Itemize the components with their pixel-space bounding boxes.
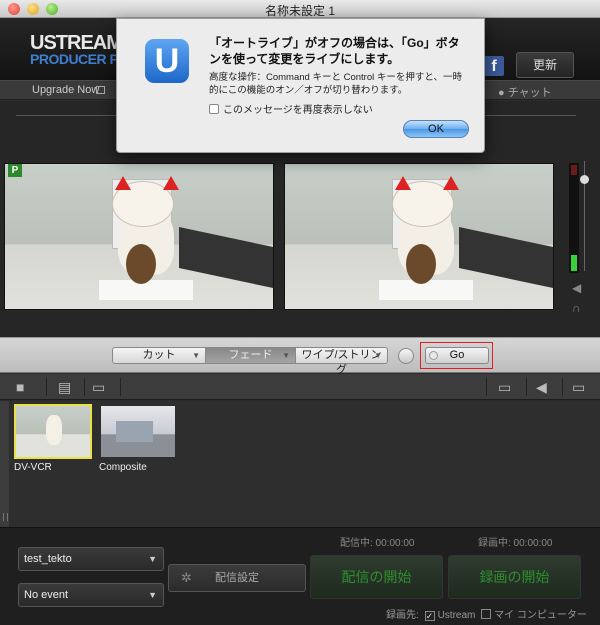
speaker-icon[interactable]: ◀ [572,281,581,295]
auto-live-toggle[interactable] [398,348,414,364]
chevron-down-icon: ▼ [192,351,200,360]
source-thumbnail-composite[interactable] [99,404,177,459]
external-link-icon [96,86,105,94]
destination-label: 録画先: [386,610,419,621]
fade-transition-button[interactable]: フェード ▼ [205,347,296,364]
transition-bar: カット ▼ フェード ▼ ワイプ/ストリング ▼ Go [0,337,600,376]
program-badge: P [8,164,22,177]
program-preview[interactable] [4,163,274,310]
dialog-body: 高度な操作：Command キーと Control キーを押すと、一時的にこの機… [209,72,462,96]
source-thumbnail-dv-vcr[interactable] [14,404,92,459]
cut-label: カット [142,349,176,361]
window-titlebar: 名称未設定 1 [0,0,600,18]
checkbox-box[interactable] [209,104,219,114]
headphones-icon[interactable]: ∩ [572,301,581,315]
facebook-icon[interactable]: f [484,56,504,76]
go-button[interactable]: Go [425,347,489,364]
record-destination: 録画先: ✓ Ustream マイ コンピューター [386,606,587,621]
event-select[interactable]: No event ▼ [18,583,164,607]
chevron-down-icon: ▼ [148,554,157,564]
dialog-title: 「オートライブ」がオフの場合は、「Go」ボタンを使って変更をライブにします。 [209,36,460,66]
ustream-app-icon: U [145,39,189,83]
chat-label: チャット [507,87,552,99]
my-computer-checkbox[interactable] [481,609,492,619]
my-computer-label: マイ コンピューター [494,610,587,621]
audio-level-meter [569,163,579,273]
source-label-composite: Composite [99,462,147,473]
program-video-frame [5,164,273,309]
start-record-button[interactable]: 録画の開始 [448,555,581,599]
add-camera-icon[interactable]: ■ [16,379,24,395]
account-value: test_tekto [24,553,72,565]
source-video-frame [285,164,553,309]
audio-icon[interactable]: ◀ [536,379,547,396]
ustream-label: Ustream [437,610,476,621]
ok-button[interactable]: OK [403,120,469,138]
dont-show-again-label: このメッセージを再度表示しない [223,105,373,116]
chevron-down-icon: ▼ [148,590,157,600]
source-list: DV-VCR Composite [0,401,600,527]
source-toolbar: ■ ▤ ▭ ▭ ◀ ▭ [0,374,600,400]
add-file-icon[interactable]: ▤ [58,379,71,396]
layout-icon[interactable]: ▭ [498,379,511,396]
wipe-transition-button[interactable]: ワイプ/ストリング ▼ [295,347,388,376]
broadcast-settings-button[interactable]: ✲ 配信設定 [168,564,306,592]
chat-link[interactable]: ● チャット [498,84,552,100]
wipe-label: ワイプ/ストリング [301,349,382,376]
start-broadcast-button[interactable]: 配信の開始 [310,555,443,599]
broadcast-status: 配信中: 00:00:00 [340,538,415,549]
go-label: Go [449,349,465,361]
go-indicator-icon [429,351,438,360]
volume-slider-knob[interactable] [580,175,589,184]
source-preview[interactable] [284,163,554,310]
chat-icon: ● [498,87,505,99]
source-list-resize-handle[interactable] [0,401,9,527]
fade-label: フェード [228,349,273,361]
upgrade-now-link[interactable]: Upgrade Now [32,84,99,96]
gear-icon: ✲ [181,570,192,585]
picture-in-picture-icon[interactable]: ▭ [572,379,585,396]
broadcast-controls: 配信中: 00:00:00 録画中: 00:00:00 test_tekto ▼… [0,527,600,625]
account-select[interactable]: test_tekto ▼ [18,547,164,571]
chevron-down-icon: ▼ [282,351,290,360]
event-value: No event [24,589,69,601]
source-label-dv-vcr: DV-VCR [14,462,52,473]
add-screen-icon[interactable]: ▭ [92,379,105,396]
broadcast-settings-label: 配信設定 [215,572,259,584]
update-button[interactable]: 更新 [516,52,574,78]
auto-live-alert-dialog: U 「オートライブ」がオフの場合は、「Go」ボタンを使って変更をライブにします。… [116,18,485,153]
dont-show-again-checkbox[interactable]: このメッセージを再度表示しない [209,101,373,116]
cut-transition-button[interactable]: カット ▼ [112,347,206,364]
window-title: 名称未設定 1 [264,4,335,18]
ustream-checkbox[interactable]: ✓ [424,611,435,621]
chevron-down-icon: ▼ [374,351,382,360]
record-status: 録画中: 00:00:00 [478,538,553,549]
